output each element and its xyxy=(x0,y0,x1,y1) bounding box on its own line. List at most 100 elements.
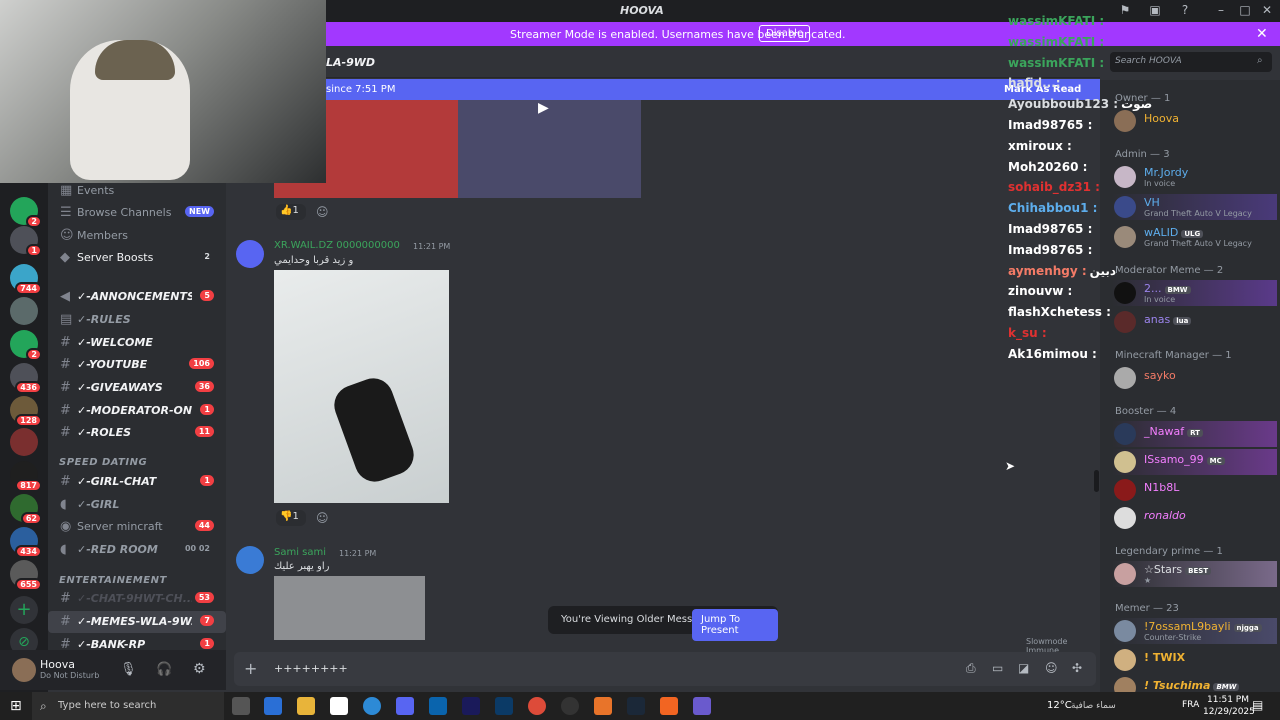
jump-to-present-button[interactable]: Jump To Present xyxy=(692,609,778,641)
attachment-image[interactable] xyxy=(274,576,425,640)
taskbar-search[interactable]: ⌕ Type here to search xyxy=(32,692,224,720)
help-icon[interactable]: ? xyxy=(1177,3,1193,19)
channel-item[interactable]: ◉ Server mincraft 44 xyxy=(48,516,226,538)
server-icon[interactable]: 817 xyxy=(10,461,42,492)
premiere-icon[interactable] xyxy=(462,697,480,715)
gif-icon[interactable]: ▭ xyxy=(992,661,1003,675)
new-messages-bar[interactable]: since 7:51 PM Mark As Read xyxy=(326,79,1100,100)
add-attachment-icon[interactable]: + xyxy=(244,659,257,678)
channel-item[interactable]: # ✓-GIRL-CHAT 1 xyxy=(48,471,226,493)
windows-start-icon[interactable]: ⊞ xyxy=(10,698,22,714)
language-indicator[interactable]: FRA xyxy=(1182,700,1199,710)
channel-item[interactable]: ◖ ✓-RED ROOM 00 02 xyxy=(48,539,226,561)
member-item[interactable]: ISsamo_99 MC xyxy=(1112,449,1277,475)
search-box[interactable]: Search HOOVA ⌕ xyxy=(1110,52,1272,72)
avatar[interactable] xyxy=(12,658,36,682)
clock-time[interactable]: 11:51 PM xyxy=(1207,695,1249,705)
clock-date[interactable]: 12/29/2025 xyxy=(1203,707,1255,717)
store-icon[interactable] xyxy=(264,697,282,715)
server-icon[interactable] xyxy=(10,428,38,456)
channel-item[interactable]: ◖ ✓-GIRL xyxy=(48,494,226,516)
channel-item[interactable]: # ✓-ROLES 11 xyxy=(48,422,226,444)
server-icon[interactable]: 62 xyxy=(10,494,42,525)
member-item[interactable]: _Nawaf RT xyxy=(1112,421,1277,447)
member-item[interactable]: 2... BMW In voice xyxy=(1112,280,1277,306)
sticker-icon[interactable]: ◪ xyxy=(1018,661,1029,675)
member-item[interactable]: ☆Stars BEST ★ xyxy=(1112,561,1277,587)
member-item[interactable]: Hoova xyxy=(1112,108,1277,134)
category-speed-dating[interactable]: SPEED DATING xyxy=(59,457,147,468)
channel-item[interactable]: # ✓-CHAT-9HWT-CH... 53 xyxy=(48,588,226,610)
notifications-icon[interactable]: ▤ xyxy=(1252,698,1263,712)
file-explorer-icon[interactable] xyxy=(297,697,315,715)
gift-icon[interactable]: ⎙ xyxy=(966,661,976,676)
member-item[interactable]: sayko xyxy=(1112,365,1277,391)
notepad-icon[interactable] xyxy=(330,697,348,715)
member-item[interactable]: Mr.Jordy In voice xyxy=(1112,164,1277,190)
server-icon[interactable]: 128 xyxy=(10,396,42,427)
minimize-icon[interactable]: – xyxy=(1213,3,1229,19)
task-view-icon[interactable] xyxy=(232,697,250,715)
server-icon[interactable]: 1 xyxy=(10,226,42,257)
play-icon[interactable]: ▶ xyxy=(538,100,562,122)
category-entertainement[interactable]: ENTERTAINEMENT xyxy=(59,575,167,586)
microphone-icon[interactable]: 🎙 xyxy=(120,662,137,677)
chrome-icon[interactable] xyxy=(528,697,546,715)
member-item[interactable]: !7ossamL9bayli njgga Counter-Strike xyxy=(1112,618,1277,644)
taskbar-search-input[interactable]: Type here to search xyxy=(58,700,156,711)
message-author[interactable]: Sami sami xyxy=(274,547,326,558)
channel-item[interactable]: # ✓-BANK-RP 1 xyxy=(48,634,226,650)
channel-item[interactable]: ◀✓-ANNONCEMENTS...5 xyxy=(48,286,226,308)
events-item[interactable]: ▦ Events xyxy=(48,180,226,202)
app-icon[interactable] xyxy=(660,697,678,715)
headphones-icon[interactable]: 🎧 xyxy=(156,662,172,677)
server-icon[interactable]: 655 xyxy=(10,560,42,591)
member-item[interactable]: N1b8L xyxy=(1112,477,1277,503)
apps-icon[interactable]: ✣ xyxy=(1072,661,1082,675)
server-icon[interactable]: 2 xyxy=(10,330,42,361)
reaction[interactable]: 👍1 xyxy=(276,204,306,220)
browse-channels-item[interactable]: ☰ Browse Channels NEW xyxy=(48,202,226,224)
disable-button[interactable]: Disable xyxy=(759,25,811,42)
channel-item-selected[interactable]: # ✓-MEMES-WLA-9W... 7 xyxy=(48,611,226,633)
discord-icon[interactable] xyxy=(396,697,414,715)
members-item[interactable]: ☺ Members xyxy=(48,225,226,247)
attachment-video[interactable]: ▶ xyxy=(458,100,641,198)
steam-icon[interactable] xyxy=(627,697,645,715)
maximize-icon[interactable]: □ xyxy=(1237,3,1253,19)
inbox-icon[interactable]: ⚑ xyxy=(1117,3,1133,19)
channel-item[interactable]: ▤ ✓-RULES xyxy=(48,309,226,331)
message-author[interactable]: XR.WAIL.DZ 0000000000 xyxy=(274,240,400,251)
settings-gear-icon[interactable]: ⚙ xyxy=(193,661,206,677)
close-window-icon[interactable]: ✕ xyxy=(1259,3,1275,19)
photoshop-icon[interactable] xyxy=(495,697,513,715)
discord-icon[interactable] xyxy=(693,697,711,715)
server-icon[interactable]: 744 xyxy=(10,264,42,295)
channel-item[interactable]: # ✓-MODERATOR-ON... 1 xyxy=(48,400,226,422)
member-item[interactable]: anas lua xyxy=(1112,309,1277,335)
server-icon[interactable] xyxy=(10,297,38,325)
message-input[interactable]: ++++++++ xyxy=(274,662,348,675)
screen-icon[interactable]: ▣ xyxy=(1147,3,1163,19)
channel-item[interactable]: # ✓-WELCOME xyxy=(48,332,226,354)
server-icon[interactable]: 434 xyxy=(10,527,42,558)
search-input[interactable]: Search HOOVA xyxy=(1115,56,1182,66)
outlook-icon[interactable] xyxy=(429,697,447,715)
reaction[interactable]: 👎1 xyxy=(276,510,306,526)
member-item[interactable]: ! TWIX xyxy=(1112,647,1277,673)
avatar[interactable] xyxy=(236,546,264,574)
edge-icon[interactable] xyxy=(363,697,381,715)
banner-close-icon[interactable]: ✕ xyxy=(1256,26,1268,42)
server-icon[interactable]: 436 xyxy=(10,363,42,394)
add-reaction-icon[interactable]: ☺ xyxy=(316,205,329,219)
scrollbar-thumb[interactable] xyxy=(1094,470,1099,492)
emoji-icon[interactable]: ☺ xyxy=(1045,661,1058,675)
fl-studio-icon[interactable] xyxy=(594,697,612,715)
channel-item[interactable]: # ✓-GIVEAWAYS 36 xyxy=(48,377,226,399)
member-item[interactable]: wALID ULG Grand Theft Auto V Legacy xyxy=(1112,224,1277,250)
member-item[interactable]: ! Tsuchima BMW xyxy=(1112,675,1277,692)
add-server-icon[interactable]: + xyxy=(10,596,38,624)
member-item[interactable]: ronaldo xyxy=(1112,505,1277,531)
channel-item[interactable]: # ✓-YOUTUBE 106 xyxy=(48,354,226,376)
obs-icon[interactable] xyxy=(561,697,579,715)
